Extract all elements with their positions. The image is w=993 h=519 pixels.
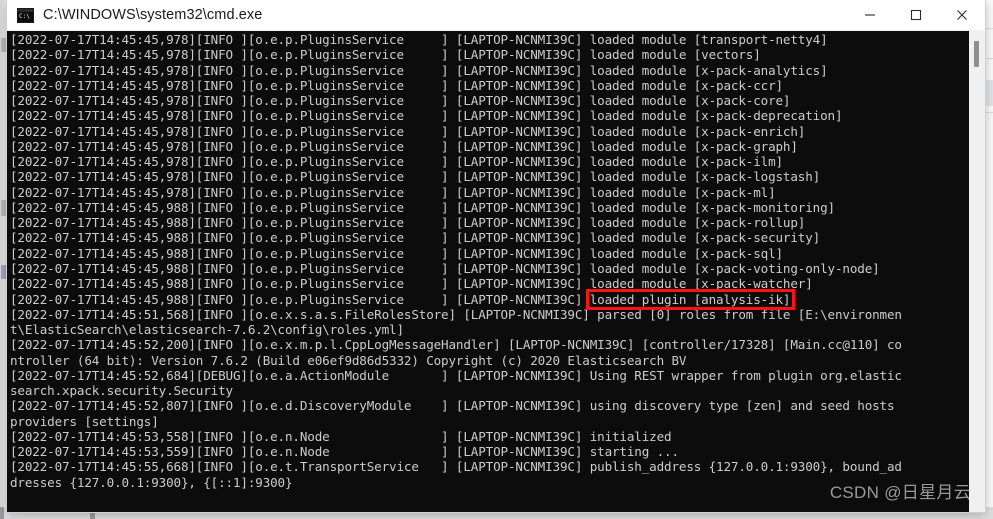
console-line: [2022-07-17T14:45:52,807][INFO ][o.e.d.D…	[10, 398, 902, 414]
console-line: [2022-07-17T14:45:45,978][INFO ][o.e.p.P…	[10, 123, 806, 139]
console-line: [2022-07-17T14:45:53,558][INFO ][o.e.n.N…	[10, 428, 672, 444]
console-line: [2022-07-17T14:45:45,988][INFO ][o.e.p.P…	[10, 260, 880, 276]
console-line: [2022-07-17T14:45:52,200][INFO ][o.e.x.m…	[10, 337, 902, 353]
taskbar-item[interactable]	[0, 507, 4, 519]
console-line: [2022-07-17T14:45:45,988][INFO ][o.e.p.P…	[10, 215, 806, 231]
console-line: [2022-07-17T14:45:51,568][INFO ][o.e.x.s…	[10, 306, 902, 322]
screen-root: ··· C:\ C:\WINDOWS\system32\cmd.exe [202…	[0, 0, 993, 519]
vertical-scrollbar[interactable]	[968, 31, 985, 512]
console-output[interactable]: [2022-07-17T14:45:45,978][INFO ][o.e.p.P…	[7, 31, 968, 512]
watermark-text: CSDN @日星月云	[829, 483, 971, 502]
window-title: C:\WINDOWS\system32\cmd.exe	[43, 7, 263, 23]
console-line: [2022-07-17T14:45:45,978][INFO ][o.e.p.P…	[10, 184, 776, 200]
cmd-icon-glyph: C:\	[18, 11, 33, 22]
maximize-button[interactable]	[893, 0, 939, 30]
console-line: [2022-07-17T14:45:45,988][INFO ][o.e.p.P…	[10, 291, 791, 307]
console-line: dresses {127.0.0.1:9300}, {[::1]:9300}	[10, 474, 293, 490]
console-line: [2022-07-17T14:45:45,988][INFO ][o.e.p.P…	[10, 276, 813, 292]
console-line: [2022-07-17T14:45:45,978][INFO ][o.e.p.P…	[10, 93, 791, 109]
console-line: [2022-07-17T14:45:55,668][INFO ][o.e.t.T…	[10, 459, 902, 475]
window-titlebar[interactable]: ··· C:\ C:\WINDOWS\system32\cmd.exe	[7, 0, 985, 31]
minimize-button[interactable]	[847, 0, 893, 30]
console-line: [2022-07-17T14:45:45,978][INFO ][o.e.p.P…	[10, 62, 828, 78]
console-line: [2022-07-17T14:45:45,988][INFO ][o.e.p.P…	[10, 230, 821, 246]
cmd-window: ··· C:\ C:\WINDOWS\system32\cmd.exe [202…	[7, 0, 985, 512]
console-line: [2022-07-17T14:45:45,988][INFO ][o.e.p.P…	[10, 199, 835, 215]
window-controls	[847, 0, 985, 30]
console-line: [2022-07-17T14:45:45,978][INFO ][o.e.p.P…	[10, 169, 821, 185]
close-button[interactable]	[939, 0, 985, 30]
console-line: [2022-07-17T14:45:45,978][INFO ][o.e.p.P…	[10, 47, 761, 63]
cmd-console-icon: ··· C:\	[17, 7, 34, 23]
console-line: [2022-07-17T14:45:45,978][INFO ][o.e.p.P…	[10, 154, 783, 170]
console-line: [2022-07-17T14:45:52,684][DEBUG][o.e.a.A…	[10, 367, 902, 383]
console-line: [2022-07-17T14:45:53,559][INFO ][o.e.n.N…	[10, 444, 679, 460]
console-line: t\ElasticSearch\elasticsearch-7.6.2\conf…	[10, 322, 404, 338]
console-line: providers [settings]	[10, 413, 159, 429]
console-line: [2022-07-17T14:45:45,978][INFO ][o.e.p.P…	[10, 32, 828, 47]
console-line: [2022-07-17T14:45:45,988][INFO ][o.e.p.P…	[10, 245, 783, 261]
console-area: [2022-07-17T14:45:45,978][INFO ][o.e.p.P…	[7, 31, 985, 512]
console-line: [2022-07-17T14:45:45,978][INFO ][o.e.p.P…	[10, 108, 843, 124]
console-line: search.xpack.security.Security	[10, 383, 233, 399]
scrollbar-thumb[interactable]	[974, 41, 979, 67]
console-line: ntroller (64 bit): Version 7.6.2 (Build …	[10, 352, 687, 368]
console-line: [2022-07-17T14:45:45,978][INFO ][o.e.p.P…	[10, 77, 783, 93]
console-line: [2022-07-17T14:45:45,978][INFO ][o.e.p.P…	[10, 138, 798, 154]
